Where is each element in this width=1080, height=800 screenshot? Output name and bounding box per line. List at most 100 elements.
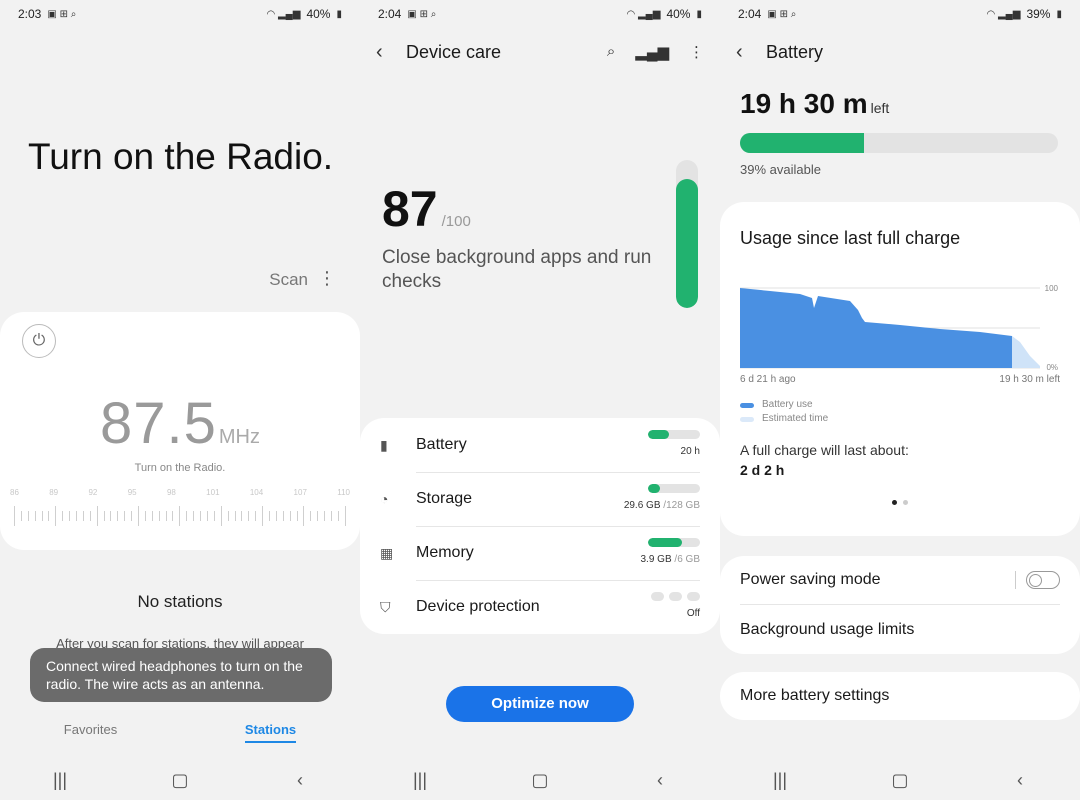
scan-button[interactable]: Scan [269,270,308,290]
dial-tick [82,511,84,521]
meter-value: Off [686,608,700,619]
scale-label: 92 [88,488,98,497]
dial-tick [165,511,167,521]
power-button[interactable]: ⏻ [22,324,56,358]
battery-icon: ▮ [336,8,342,20]
care-row-battery[interactable]: ▮ Battery 20 h [360,418,720,472]
full-charge-label: A full charge will last about: [740,442,909,458]
frequency-display: 87.5 MHz [0,390,360,457]
dial-tick [62,511,64,521]
home-icon[interactable]: ▢ [520,770,560,791]
battery-screen: 2:04 ▣ ⊞ ⌕ ◠ ▂▄▆ 39% ▮ ‹ Battery 19 h 30… [720,0,1080,800]
time-remaining-value: 19 h 30 m [740,88,868,119]
care-items-card: ▮ Battery 20 h ◔ Storage 29.6 GB /128 GB… [360,418,720,634]
meter-fill [648,484,660,493]
battery-icon: ▮ [1056,8,1062,20]
back-icon[interactable]: ‹ [1000,770,1040,791]
frequency-scale-labels: 86 89 92 95 98 101 104 107 110 [10,488,350,497]
care-row-memory[interactable]: ▦ Memory 3.9 GB /6 GB [360,526,720,580]
tab-stations[interactable]: Stations [244,722,297,743]
home-icon[interactable]: ▢ [880,770,920,791]
dial-tick [234,511,236,521]
diagnostics-icon[interactable]: ▂▄▆ [635,43,669,61]
recents-icon[interactable]: ||| [400,770,440,791]
score-bar-fill [676,179,698,308]
status-battery: 39% [1026,7,1051,21]
scale-label: 89 [49,488,59,497]
page-title: Device care [406,41,502,62]
dial-tick [268,511,270,521]
dial-tick [317,511,319,521]
graph-legend: Battery use Estimated time [740,398,828,426]
power-saving-label: Power saving mode [740,571,881,588]
legend-label: Battery use [762,399,813,410]
dial-tick [172,511,174,521]
status-bar: 2:04 ▣ ⊞ ⌕ ◠ ▂▄▆ 40% ▮ [360,0,720,28]
dial-tick [248,511,250,521]
divider [740,604,1060,605]
dial-tick [48,511,50,521]
more-options-icon[interactable]: ⋮ [689,43,704,61]
battery-available: 39% available [740,162,821,177]
scale-label: 95 [127,488,137,497]
background-limits-row[interactable]: Background usage limits [740,606,1060,654]
back-icon[interactable]: ‹ [640,770,680,791]
search-icon[interactable]: ⌕ [607,43,615,61]
power-saving-toggle[interactable] [1026,571,1060,589]
frequency-dial[interactable] [14,504,346,528]
tuner-card: ⏻ 87.5 MHz Turn on the Radio. 86 89 92 95… [0,312,360,550]
usage-graph: 100 0% [740,284,1059,372]
shield-icon: ⛉ [380,598,391,615]
usage-title: Usage since last full charge [740,228,961,248]
legend-label: Estimated time [762,413,829,424]
battery-level-fill [740,133,865,153]
usage-card[interactable]: Usage since last full charge 100 0% 6 d … [720,202,1080,536]
scale-label: 104 [249,488,264,497]
system-nav-bar: ||| ▢ ‹ [0,760,360,800]
dial-tick [200,511,202,521]
care-meter: 3.9 GB /6 GB [641,538,700,565]
legend-swatch [740,402,754,408]
power-saving-row[interactable]: Power saving mode [740,556,1060,604]
back-icon[interactable]: ‹ [280,770,320,791]
time-remaining-suffix: left [870,100,890,116]
graph-end-label: 19 h 30 m left [999,374,1060,385]
dial-tick [255,511,257,521]
dial-tick [20,511,22,521]
recents-icon[interactable]: ||| [40,770,80,791]
signal-icon: ◠ ▂▄▆ [626,8,661,20]
dial-tick [124,511,126,521]
status-bar: 2:04 ▣ ⊞ ⌕ ◠ ▂▄▆ 39% ▮ [720,0,1080,28]
meter-total: /6 GB [674,554,700,565]
recents-icon[interactable]: ||| [760,770,800,791]
score-max: /100 [441,213,471,230]
toast-message: Connect wired headphones to turn on the … [30,648,332,702]
back-arrow-icon[interactable]: ‹ [736,41,766,64]
more-options-icon[interactable]: ⋮ [318,268,336,289]
dial-tick [69,511,71,521]
frequency-unit: MHz [218,426,260,448]
frequency-value: 87.5 [100,391,217,456]
home-icon[interactable]: ▢ [160,770,200,791]
meter-total: /128 GB [663,500,700,511]
meter-value: 20 h [680,446,700,457]
radio-screen: 2:03 ▣ ⊞ ⌕ ◠ ▂▄▆ 40% ▮ Turn on the Radio… [0,0,360,800]
dial-tick [158,511,160,521]
device-care-screen: 2:04 ▣ ⊞ ⌕ ◠ ▂▄▆ 40% ▮ ‹ Device care ⌕ ▂… [360,0,720,800]
dial-tick [282,511,284,521]
system-nav-bar: ||| ▢ ‹ [720,760,1080,800]
dial-tick [344,506,346,526]
meter-value: 29.6 GB [623,500,661,511]
care-row-storage[interactable]: ◔ Storage 29.6 GB /128 GB [360,472,720,526]
care-row-device-protection[interactable]: ⛉ Device protection Off [360,580,720,634]
back-arrow-icon[interactable]: ‹ [376,41,406,64]
dial-tick [206,511,208,521]
optimize-now-button[interactable]: Optimize now [446,686,634,722]
dial-tick [34,511,36,521]
system-nav-bar: ||| ▢ ‹ [360,760,720,800]
scale-label: 101 [206,488,220,497]
more-battery-settings-row[interactable]: More battery settings [720,672,1080,720]
status-battery: 40% [306,7,331,21]
score-message: Close background apps and run checks [382,247,652,292]
tab-favorites[interactable]: Favorites [64,722,117,743]
